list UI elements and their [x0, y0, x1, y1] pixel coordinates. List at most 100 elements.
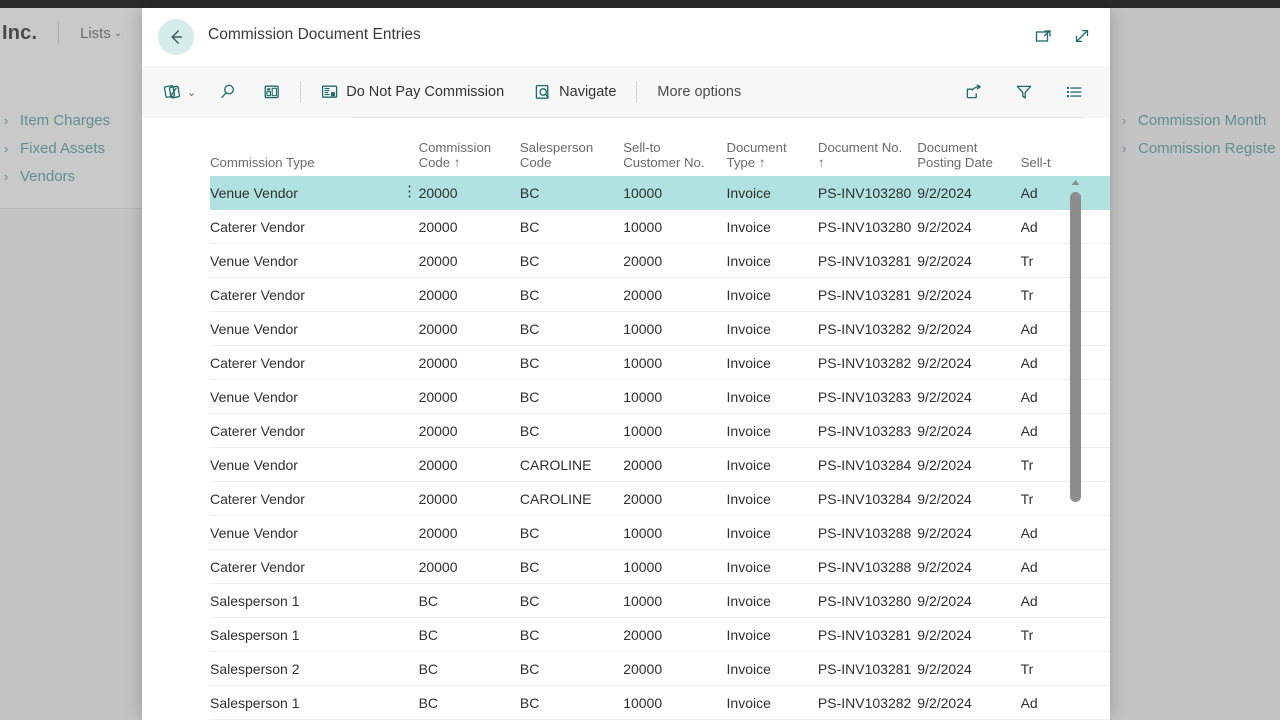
row-actions-menu-icon[interactable]: ⋮ — [402, 184, 414, 200]
cell-document-posting-date[interactable]: 9/2/2024 — [917, 695, 1020, 711]
cell-commission-type[interactable]: Caterer Vendor — [210, 423, 419, 439]
cell-document-type[interactable]: Invoice — [727, 627, 818, 643]
do-not-pay-commission-button[interactable]: Do Not Pay Commission — [313, 76, 512, 108]
cell-sell-to[interactable]: Ad — [1021, 593, 1110, 609]
cell-sell-to-customer-no[interactable]: 10000 — [623, 185, 726, 201]
cell-sell-to-customer-no[interactable]: 20000 — [623, 661, 726, 677]
cell-sell-to-customer-no[interactable]: 10000 — [623, 219, 726, 235]
back-button[interactable] — [158, 19, 194, 55]
cell-commission-code[interactable]: 20000 — [419, 491, 520, 507]
cell-commission-type[interactable]: Venue Vendor — [210, 457, 419, 473]
sidebar-item-fixed-assets[interactable]: › Fixed Assets — [4, 134, 144, 162]
cell-document-posting-date[interactable]: 9/2/2024 — [917, 661, 1020, 677]
cell-sell-to-customer-no[interactable]: 10000 — [623, 423, 726, 439]
cell-document-no[interactable]: PS-INV103288 — [818, 525, 917, 541]
cell-document-posting-date[interactable]: 9/2/2024 — [917, 423, 1020, 439]
cell-sell-to-customer-no[interactable]: 20000 — [623, 627, 726, 643]
cell-commission-type[interactable]: Salesperson 2 — [210, 661, 419, 677]
cell-document-type[interactable]: Invoice — [727, 355, 818, 371]
scroll-up-button[interactable] — [1069, 176, 1082, 189]
cell-sell-to[interactable]: Tr — [1021, 253, 1110, 269]
table-row[interactable]: Venue Vendor20000BC10000InvoicePS-INV103… — [210, 380, 1110, 414]
cell-commission-code[interactable]: 20000 — [419, 389, 520, 405]
cell-document-posting-date[interactable]: 9/2/2024 — [917, 185, 1020, 201]
cell-salesperson-code[interactable]: BC — [520, 559, 623, 575]
cell-document-type[interactable]: Invoice — [727, 457, 818, 473]
scrollbar-thumb[interactable] — [1070, 192, 1081, 502]
cell-document-type[interactable]: Invoice — [727, 491, 818, 507]
cell-commission-type[interactable]: Venue Vendor — [210, 389, 419, 405]
sidebar-item-item-charges[interactable]: › Item Charges — [4, 106, 144, 134]
cell-commission-type[interactable]: Caterer Vendor — [210, 219, 419, 235]
cell-document-no[interactable]: PS-INV103280 — [818, 593, 917, 609]
cell-commission-type[interactable]: Venue Vendor — [210, 525, 419, 541]
cell-sell-to-customer-no[interactable]: 20000 — [623, 253, 726, 269]
cell-commission-code[interactable]: BC — [419, 627, 520, 643]
cell-salesperson-code[interactable]: BC — [520, 287, 623, 303]
cell-sell-to[interactable]: Ad — [1021, 525, 1110, 541]
cell-document-no[interactable]: PS-INV103283 — [818, 423, 917, 439]
cell-commission-type[interactable]: Salesperson 1 — [210, 593, 419, 609]
cell-sell-to-customer-no[interactable]: 10000 — [623, 525, 726, 541]
cell-salesperson-code[interactable]: BC — [520, 423, 623, 439]
table-row[interactable]: Venue Vendor20000BC20000InvoicePS-INV103… — [210, 244, 1110, 278]
cell-document-no[interactable]: PS-INV103281 — [818, 661, 917, 677]
cell-sell-to-customer-no[interactable]: 10000 — [623, 321, 726, 337]
cell-document-no[interactable]: PS-INV103282 — [818, 695, 917, 711]
cell-salesperson-code[interactable]: BC — [520, 525, 623, 541]
sidebar-item-commission-register[interactable]: › Commission Registe — [1110, 134, 1280, 162]
table-row[interactable]: Salesperson 1BCBC20000InvoicePS-INV10328… — [210, 618, 1110, 652]
cell-sell-to-customer-no[interactable]: 10000 — [623, 593, 726, 609]
cell-commission-code[interactable]: 20000 — [419, 423, 520, 439]
cell-salesperson-code[interactable]: BC — [520, 389, 623, 405]
cell-salesperson-code[interactable]: BC — [520, 695, 623, 711]
cell-commission-type[interactable]: Caterer Vendor — [210, 287, 419, 303]
column-header-sell-to[interactable]: Sell-t — [1021, 155, 1110, 170]
cell-document-posting-date[interactable]: 9/2/2024 — [917, 321, 1020, 337]
cell-commission-type[interactable]: Venue Vendor — [210, 253, 419, 269]
page-layout-button[interactable] — [256, 76, 288, 108]
cell-commission-code[interactable]: BC — [419, 695, 520, 711]
cell-document-type[interactable]: Invoice — [727, 321, 818, 337]
cell-salesperson-code[interactable]: BC — [520, 627, 623, 643]
cell-commission-code[interactable]: 20000 — [419, 185, 520, 201]
cell-commission-type[interactable]: Caterer Vendor — [210, 491, 419, 507]
cell-commission-code[interactable]: 20000 — [419, 219, 520, 235]
table-row[interactable]: Venue Vendor20000BC10000InvoicePS-INV103… — [210, 312, 1110, 346]
cell-document-no[interactable]: PS-INV103283 — [818, 389, 917, 405]
filter-button[interactable] — [1008, 76, 1040, 108]
cell-document-no[interactable]: PS-INV103282 — [818, 355, 917, 371]
cell-commission-type[interactable]: Salesperson 1 — [210, 627, 419, 643]
cell-commission-code[interactable]: 20000 — [419, 559, 520, 575]
cell-sell-to[interactable]: Ad — [1021, 695, 1110, 711]
cell-commission-type[interactable]: Venue Vendor — [210, 321, 419, 337]
table-row[interactable]: Caterer Vendor20000BC10000InvoicePS-INV1… — [210, 550, 1110, 584]
cell-commission-code[interactable]: 20000 — [419, 287, 520, 303]
cell-sell-to-customer-no[interactable]: 10000 — [623, 355, 726, 371]
cell-commission-code[interactable]: 20000 — [419, 355, 520, 371]
cell-commission-code[interactable]: 20000 — [419, 253, 520, 269]
table-row[interactable]: Caterer Vendor20000BC10000InvoicePS-INV1… — [210, 414, 1110, 448]
cell-document-no[interactable]: PS-INV103284 — [818, 491, 917, 507]
cell-sell-to-customer-no[interactable]: 10000 — [623, 389, 726, 405]
cell-sell-to[interactable]: Ad — [1021, 321, 1110, 337]
cell-document-posting-date[interactable]: 9/2/2024 — [917, 287, 1020, 303]
cell-document-type[interactable]: Invoice — [727, 185, 818, 201]
cell-document-posting-date[interactable]: 9/2/2024 — [917, 219, 1020, 235]
cell-document-no[interactable]: PS-INV103282 — [818, 321, 917, 337]
cell-document-type[interactable]: Invoice — [727, 593, 818, 609]
cell-document-type[interactable]: Invoice — [727, 219, 818, 235]
column-header-sell-to-customer-no[interactable]: Sell-to Customer No. — [623, 140, 726, 170]
table-row[interactable]: Caterer Vendor20000BC20000InvoicePS-INV1… — [210, 278, 1110, 312]
share-button[interactable] — [958, 76, 990, 108]
column-header-document-type[interactable]: Document Type ↑ — [727, 140, 818, 170]
cell-salesperson-code[interactable]: BC — [520, 219, 623, 235]
cell-commission-type[interactable]: Venue Vendor — [210, 185, 419, 201]
cell-document-posting-date[interactable]: 9/2/2024 — [917, 389, 1020, 405]
cell-salesperson-code[interactable]: BC — [520, 355, 623, 371]
cell-document-no[interactable]: PS-INV103284 — [818, 457, 917, 473]
cell-document-posting-date[interactable]: 9/2/2024 — [917, 593, 1020, 609]
column-header-salesperson-code[interactable]: Salesperson Code — [520, 140, 623, 170]
table-row[interactable]: Venue Vendor20000BC10000InvoicePS-INV103… — [210, 176, 1110, 210]
navigate-button[interactable]: Navigate — [526, 76, 624, 108]
